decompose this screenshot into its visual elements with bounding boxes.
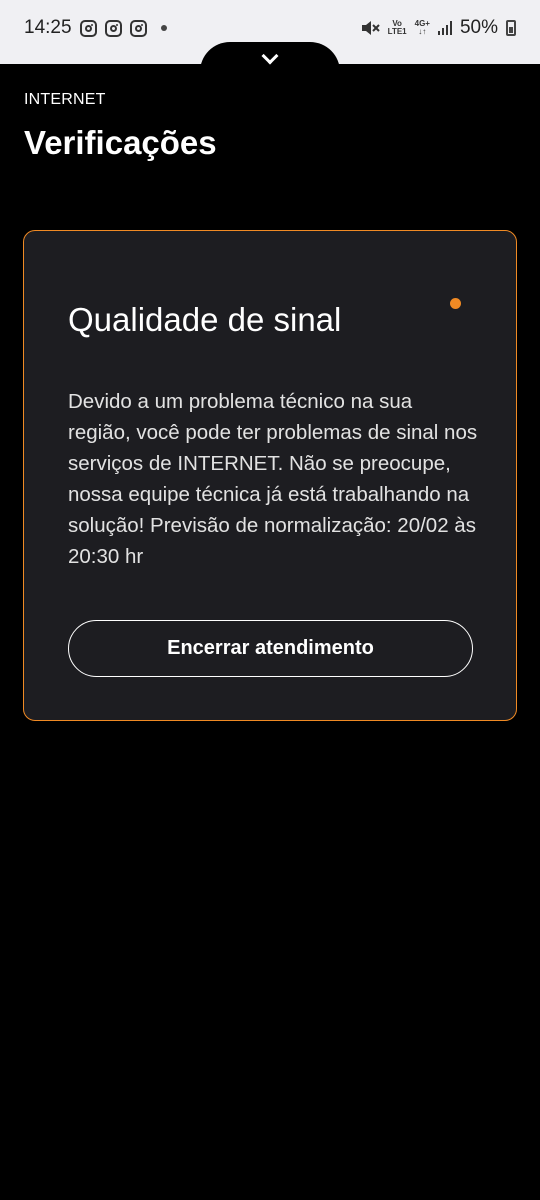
sheet-handle[interactable] xyxy=(200,42,340,76)
data-arrows-icon: ↓↑ xyxy=(418,27,427,36)
end-service-button[interactable]: Encerrar atendimento xyxy=(68,620,473,677)
instagram-notification-icon xyxy=(104,19,122,37)
card-title: Qualidade de sinal xyxy=(68,301,342,338)
instagram-notification-icon xyxy=(79,19,97,37)
battery-percentage: 50% xyxy=(459,17,498,38)
chevron-down-icon[interactable] xyxy=(261,47,279,65)
mute-icon xyxy=(361,21,380,35)
signal-strength-icon xyxy=(437,21,452,35)
status-left: 14:25 xyxy=(24,17,167,39)
volte-bottom-label: LTE1 xyxy=(387,27,407,36)
status-right: Vo LTE1 4G+ ↓↑ 50% xyxy=(360,17,516,39)
page-title: Verificações xyxy=(24,124,217,161)
card-message: Devido a um problema técnico na sua regi… xyxy=(68,390,478,568)
data-type-icon: 4G+ ↓↑ xyxy=(415,20,430,36)
status-time: 14:25 xyxy=(24,17,72,38)
battery-charging-icon xyxy=(506,20,516,36)
volte-icon: Vo LTE1 xyxy=(388,20,407,36)
section-label: INTERNET xyxy=(24,91,106,108)
more-notifications-icon xyxy=(160,25,167,31)
alert-indicator-icon xyxy=(450,298,461,309)
instagram-notification-icon xyxy=(129,19,147,37)
signal-alert-card: Qualidade de sinal Devido a um problema … xyxy=(23,230,517,721)
